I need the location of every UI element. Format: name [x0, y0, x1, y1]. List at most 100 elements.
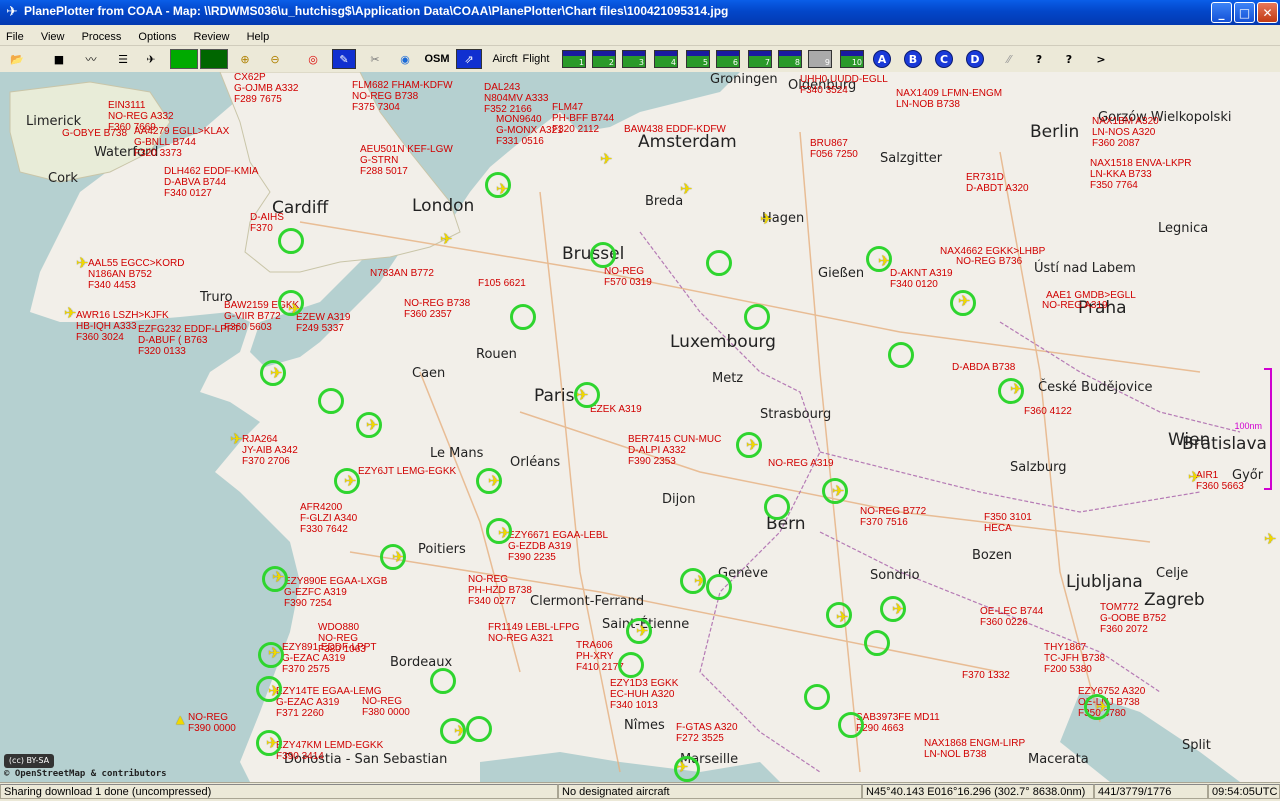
- open-folder-icon[interactable]: 📂: [6, 49, 28, 69]
- selection-ring[interactable]: [485, 172, 511, 198]
- aircraft-label[interactable]: FR1149 LEBL-LFPG NO-REG A321: [488, 622, 580, 644]
- selection-ring[interactable]: [764, 494, 790, 520]
- aircraft-label[interactable]: NO-REG B738 F360 2357: [404, 298, 470, 320]
- selection-ring[interactable]: [826, 602, 852, 628]
- aircraft-marker-icon[interactable]: ✈: [440, 232, 453, 247]
- selection-ring[interactable]: [430, 668, 456, 694]
- selection-ring[interactable]: [880, 596, 906, 622]
- selection-ring[interactable]: [866, 246, 892, 272]
- aircraft-label[interactable]: CX62P G-OJMB A332 F289 7675: [234, 72, 298, 105]
- selection-ring[interactable]: [256, 730, 282, 756]
- tools-icon[interactable]: ✎: [332, 49, 356, 69]
- stop-icon[interactable]: ■: [48, 49, 70, 69]
- menu-options[interactable]: Options: [132, 27, 182, 47]
- aircraft-label[interactable]: BAW438 EDDF-KDFW: [624, 124, 726, 135]
- aircraft-label[interactable]: NO-REG B736: [956, 256, 1022, 267]
- range-button-1[interactable]: 1: [562, 50, 586, 68]
- aircraft-label[interactable]: N783AN B772: [370, 268, 434, 279]
- selection-ring[interactable]: [736, 432, 762, 458]
- aircraft-label[interactable]: NO-REG B772 F370 7516: [860, 506, 926, 528]
- aircraft-label[interactable]: EZY890E EGAA-LXGB G-EZFC A319 F390 7254: [284, 576, 387, 609]
- aircraft-label[interactable]: SAB3973FE MD11 F290 4663: [856, 712, 940, 734]
- aircraft-marker-icon[interactable]: ✈: [76, 256, 89, 271]
- aircraft-label[interactable]: NAX1409 LFMN-ENGM LN-NOB B738: [896, 88, 1002, 110]
- selection-ring[interactable]: [574, 382, 600, 408]
- menu-process[interactable]: Process: [76, 27, 128, 47]
- aircraft-label[interactable]: AIR1 F360 5663: [1196, 470, 1244, 492]
- range-button-9[interactable]: 9: [808, 50, 832, 68]
- channel-b-button[interactable]: B: [904, 50, 922, 68]
- aircraft-label[interactable]: BRU867 F056 7250: [810, 138, 858, 160]
- menu-view[interactable]: View: [35, 27, 71, 47]
- selection-ring[interactable]: [318, 388, 344, 414]
- more-tools-button[interactable]: >: [1090, 49, 1112, 69]
- selection-ring[interactable]: [260, 360, 286, 386]
- menu-review[interactable]: Review: [187, 27, 235, 47]
- aircraft-marker-icon[interactable]: ✈: [230, 432, 243, 447]
- aircraft-label[interactable]: OE-LEC B744 F360 0226: [980, 606, 1043, 628]
- selection-ring[interactable]: [950, 290, 976, 316]
- aircraft-label[interactable]: ER731D D-ABDT A320: [966, 172, 1029, 194]
- selection-ring[interactable]: [278, 290, 304, 316]
- selection-ring[interactable]: [258, 642, 284, 668]
- list-icon[interactable]: ☰: [112, 49, 134, 69]
- aircraft-label[interactable]: MON9640 G-MONX A321 F331 0516: [496, 114, 563, 147]
- aircraft-label-button[interactable]: Aircft: [490, 49, 520, 69]
- selection-ring[interactable]: [380, 544, 406, 570]
- aircraft-label[interactable]: F105 6621: [478, 278, 526, 289]
- aircraft-marker-icon[interactable]: ▲: [176, 712, 184, 727]
- aircraft-label[interactable]: NO-REG A319: [768, 458, 834, 469]
- aircraft-label[interactable]: AEU501N KEF-LGW G-STRN F288 5017: [360, 144, 453, 177]
- aircraft-label[interactable]: G-OBYE B738: [62, 128, 127, 139]
- selection-ring[interactable]: [486, 518, 512, 544]
- aircraft-label[interactable]: F350 3101 HECA: [984, 512, 1032, 534]
- aircraft-label[interactable]: TRA606 PH-XRY F410 2177: [576, 640, 624, 673]
- aircraft-label[interactable]: NAX1518 ENVA-LKPR LN-KKA B733 F350 7764: [1090, 158, 1192, 191]
- aircraft-label[interactable]: EZY1D3 EGKK EC-HUH A320 F340 1013: [610, 678, 678, 711]
- range-button-10[interactable]: 10: [840, 50, 864, 68]
- aircraft-label[interactable]: DLH462 EDDF-KMIA D-ABVA B744 F340 0127: [164, 166, 258, 199]
- aircraft-label[interactable]: NO-REG F390 0000: [188, 712, 236, 734]
- aircraft-label[interactable]: AAL55 EGCC>KORD N186AN B752 F340 4453: [88, 258, 184, 291]
- range-button-8[interactable]: 8: [778, 50, 802, 68]
- selection-ring[interactable]: [618, 652, 644, 678]
- selection-ring[interactable]: [466, 716, 492, 742]
- selection-ring[interactable]: [888, 342, 914, 368]
- range-button-4[interactable]: 4: [654, 50, 678, 68]
- aircraft-label[interactable]: F360 4122: [1024, 406, 1072, 417]
- aircraft-label[interactable]: THY1867 TC-JFH B738 F200 5380: [1044, 642, 1105, 675]
- aircraft-label[interactable]: EZEW A319 F249 5337: [296, 312, 350, 334]
- minimize-button[interactable]: _: [1211, 2, 1232, 23]
- selection-ring[interactable]: [626, 618, 652, 644]
- map-view-icon[interactable]: [170, 49, 198, 69]
- menu-file[interactable]: File: [0, 27, 30, 47]
- selection-ring[interactable]: [838, 712, 864, 738]
- selection-ring[interactable]: [1084, 694, 1110, 720]
- aircraft-label[interactable]: D-AIHS F370: [250, 212, 284, 234]
- globe-icon[interactable]: ◉: [394, 49, 416, 69]
- aircraft-label[interactable]: NO-REG A319: [1042, 300, 1108, 311]
- selection-ring[interactable]: [674, 756, 700, 782]
- selection-ring[interactable]: [822, 478, 848, 504]
- range-button-2[interactable]: 2: [592, 50, 616, 68]
- aircraft-marker-icon[interactable]: ✈: [64, 306, 77, 321]
- range-button-3[interactable]: 3: [622, 50, 646, 68]
- aircraft-label[interactable]: NAX1BM A320 LN-NOS A320 F360 2087: [1092, 116, 1159, 149]
- aircraft-marker-icon[interactable]: ✈: [600, 152, 613, 167]
- channel-d-button[interactable]: D: [966, 50, 984, 68]
- aircraft-label[interactable]: EZFG232 EDDF-LPPT D-ABUF ( B763 F320 013…: [138, 324, 240, 357]
- aircraft-label[interactable]: EZY891 EDDF-LPPT G-EZAC A319 F370 2575: [282, 642, 376, 675]
- range-button-5[interactable]: 5: [686, 50, 710, 68]
- link-icon[interactable]: ⇗: [456, 49, 482, 69]
- aircraft-label[interactable]: EZY6671 EGAA-LEBL G-EZDB A319 F390 2235: [508, 530, 608, 563]
- aircraft-label[interactable]: BER7415 CUN-MUC D-ALPI A332 F390 2353: [628, 434, 721, 467]
- selection-ring[interactable]: [998, 378, 1024, 404]
- close-button[interactable]: ✕: [1257, 2, 1278, 23]
- aircraft-marker-icon[interactable]: ✈: [1188, 470, 1201, 485]
- channel-c-button[interactable]: C: [935, 50, 953, 68]
- selection-ring[interactable]: [334, 468, 360, 494]
- selection-ring[interactable]: [510, 304, 536, 330]
- zoom-in-icon[interactable]: ⊕: [234, 49, 256, 69]
- selection-ring[interactable]: [744, 304, 770, 330]
- aircraft-marker-icon[interactable]: ✈: [760, 212, 773, 227]
